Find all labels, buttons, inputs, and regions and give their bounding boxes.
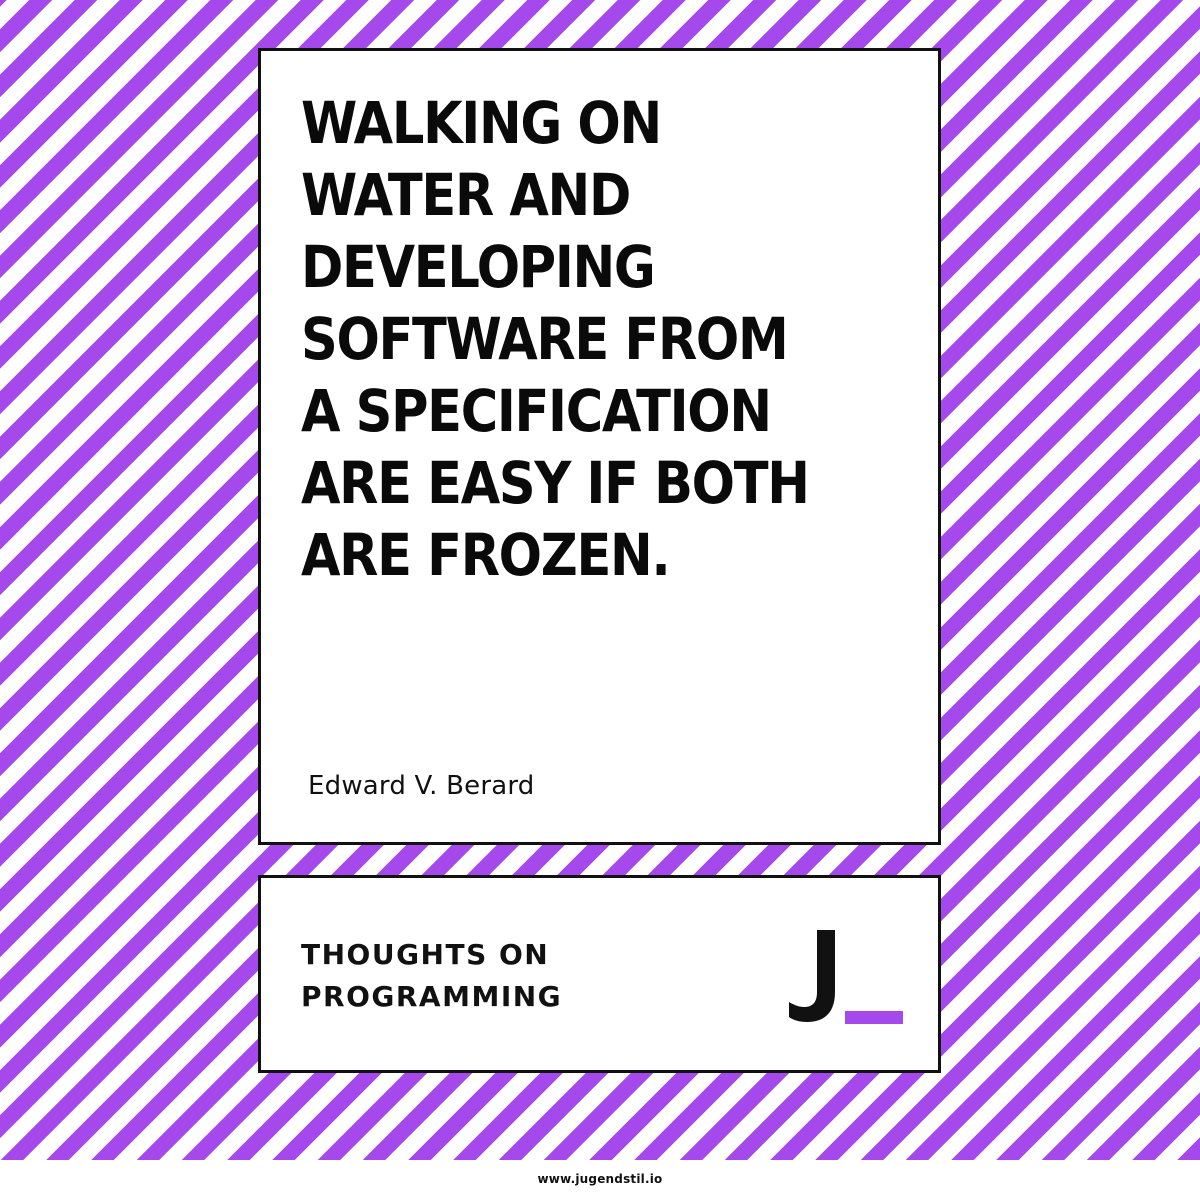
quote-line: DEVELOPING bbox=[301, 233, 656, 301]
quote-line: ARE FROZEN. bbox=[301, 521, 671, 589]
quote-line: WATER AND bbox=[301, 161, 631, 229]
website-url: www.jugendstil.io bbox=[537, 1172, 663, 1186]
quote-line: SOFTWARE FROM bbox=[301, 305, 789, 373]
series-title-line: THOUGHTS ON bbox=[301, 938, 550, 971]
series-title-line: PROGRAMMING bbox=[301, 980, 563, 1013]
brand-card: THOUGHTS ON PROGRAMMING bbox=[258, 875, 941, 1073]
quote-line: A SPECIFICATION bbox=[301, 377, 772, 445]
logo-underscore-bar bbox=[845, 1011, 903, 1024]
quote-line: WALKING ON bbox=[301, 89, 662, 157]
quote-card: WALKING ON WATER AND DEVELOPING SOFTWARE… bbox=[258, 48, 941, 845]
quote-author: Edward V. Berard bbox=[308, 771, 535, 801]
quote-line: ARE EASY IF BOTH bbox=[301, 449, 810, 517]
series-title: THOUGHTS ON PROGRAMMING bbox=[301, 934, 562, 1018]
logo-j-glyph bbox=[789, 930, 835, 1022]
jugendstil-logo-icon bbox=[789, 930, 909, 1024]
quote-text: WALKING ON WATER AND DEVELOPING SOFTWARE… bbox=[301, 87, 847, 591]
